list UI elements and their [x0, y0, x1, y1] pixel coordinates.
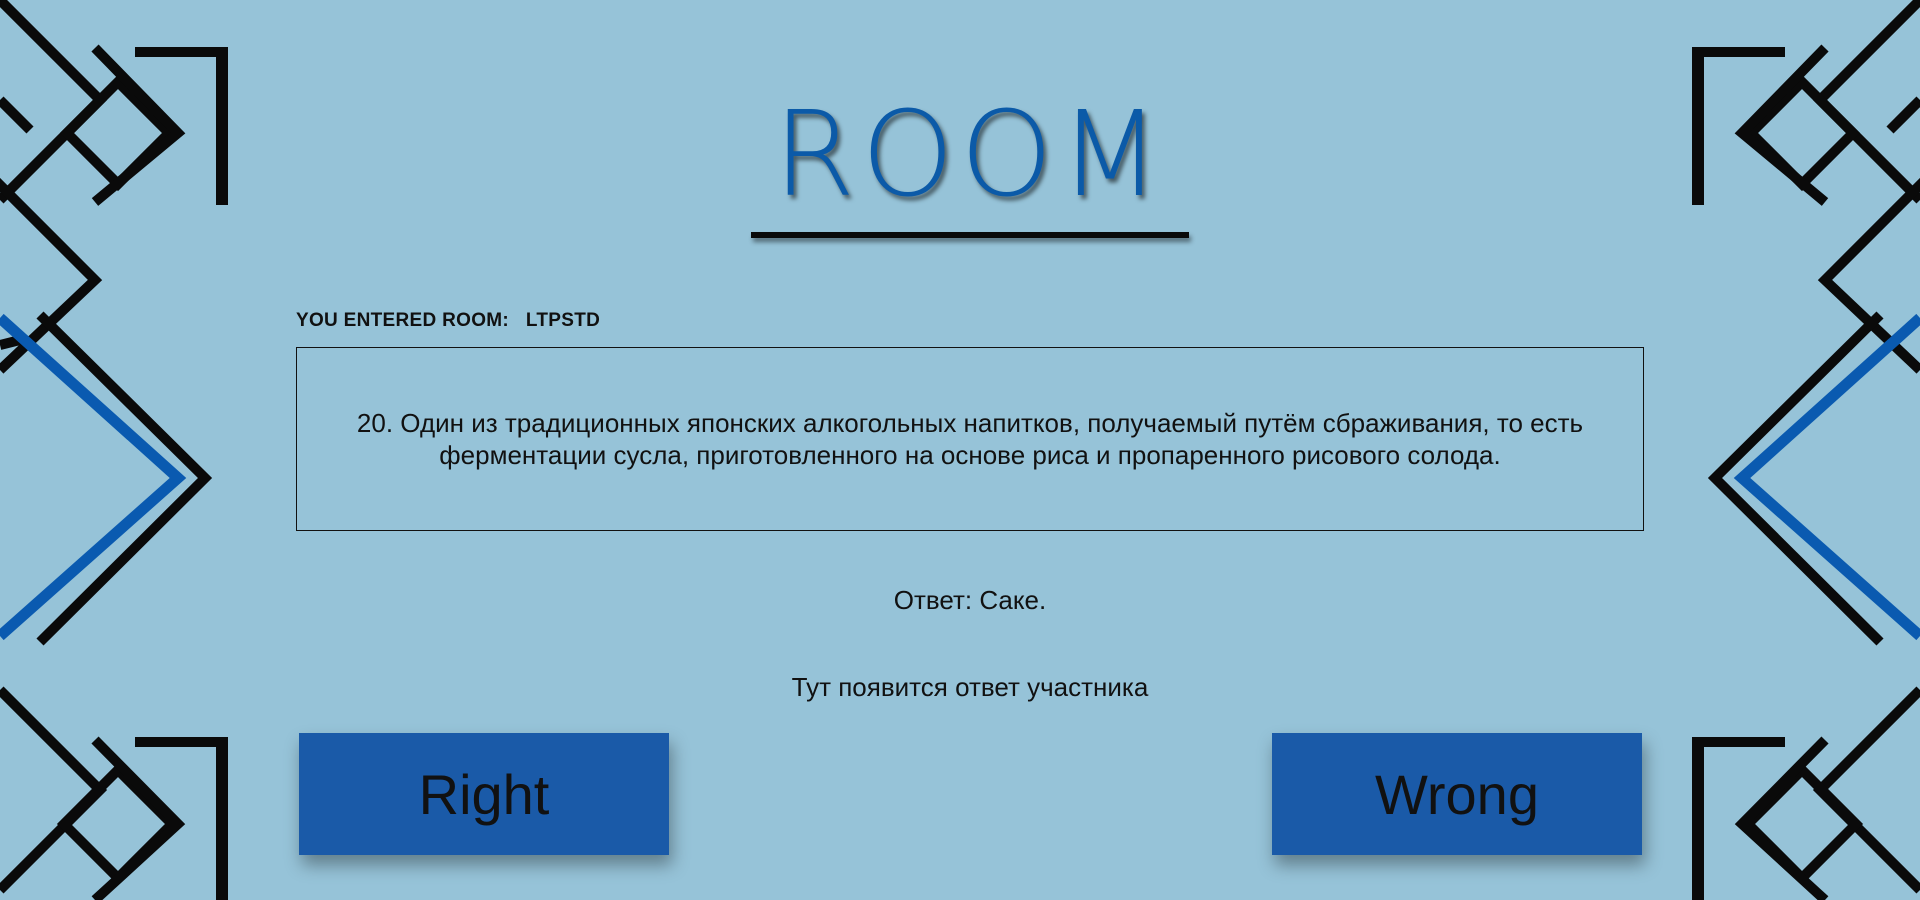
- left-geometric-ornament-icon: [0, 0, 228, 900]
- right-button[interactable]: Right: [299, 733, 669, 855]
- title-underline-divider: [751, 232, 1189, 238]
- participant-answer-text: Тут появится ответ участника: [791, 672, 1149, 702]
- wrong-button[interactable]: Wrong: [1272, 733, 1642, 855]
- question-box: 20. Один из традиционных японских алкого…: [296, 347, 1644, 531]
- page-title: ROOM: [773, 85, 1167, 223]
- room-label: YOU ENTERED ROOM:: [296, 310, 510, 331]
- room-status-line: YOU ENTERED ROOM: LTPSTD: [296, 310, 600, 332]
- question-text: 20. Один из традиционных японских алкого…: [356, 408, 1584, 470]
- correct-answer-text: Ответ: Саке.: [893, 585, 1047, 615]
- room-code: LTPSTD: [525, 310, 601, 331]
- right-geometric-ornament-icon: [1692, 0, 1920, 900]
